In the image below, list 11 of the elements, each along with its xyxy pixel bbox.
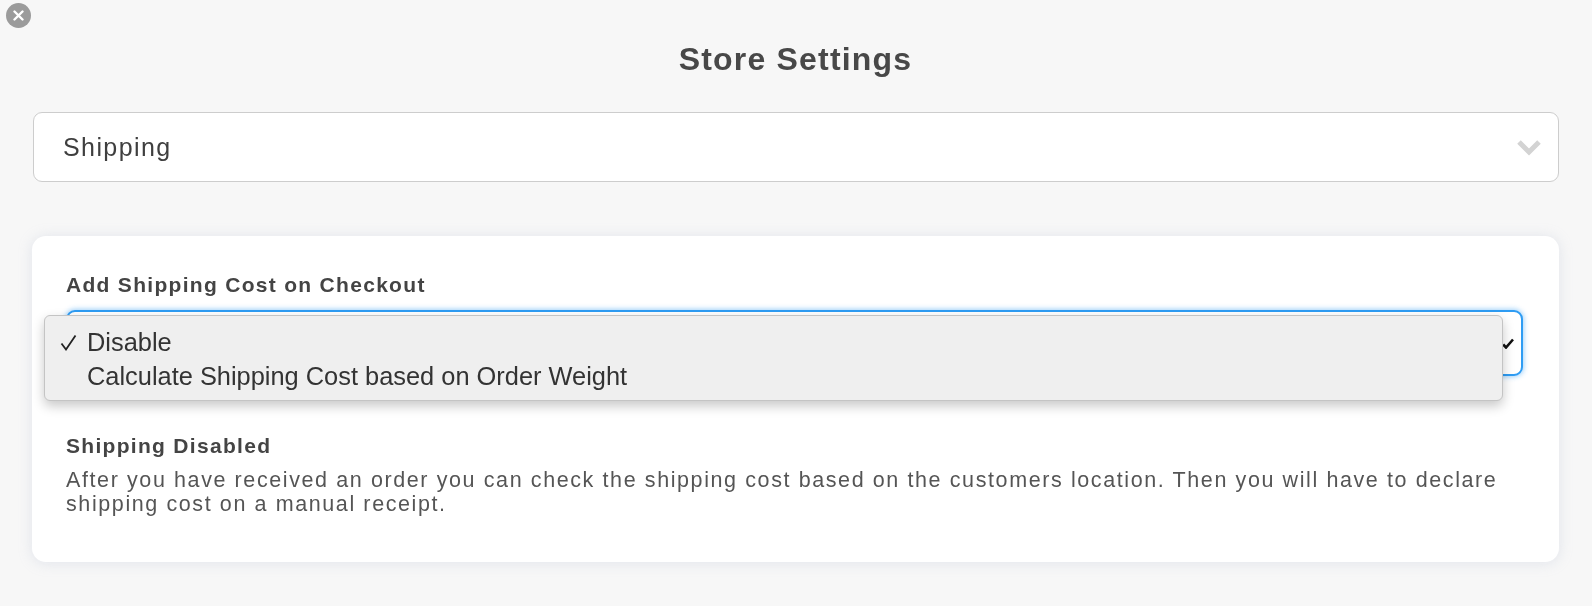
info-text: After you have received an order you can check the shipping cost based on the customers location. Then you will have to declare shipping cost on a manual receipt. [66, 468, 1499, 516]
close-button[interactable] [6, 3, 31, 28]
menu-option[interactable]: Disable [45, 325, 1502, 359]
page-title: Store Settings [678, 41, 913, 77]
chevron-down-icon [1516, 138, 1542, 156]
field-label: Add Shipping Cost on Checkout [66, 273, 427, 297]
info-heading: Shipping Disabled [66, 434, 273, 458]
check-icon [1502, 337, 1514, 349]
menu-option[interactable]: Calculate Shipping Cost based on Order Weight [45, 359, 1502, 393]
section-select[interactable]: Shipping [33, 112, 1559, 182]
close-icon [13, 10, 24, 21]
